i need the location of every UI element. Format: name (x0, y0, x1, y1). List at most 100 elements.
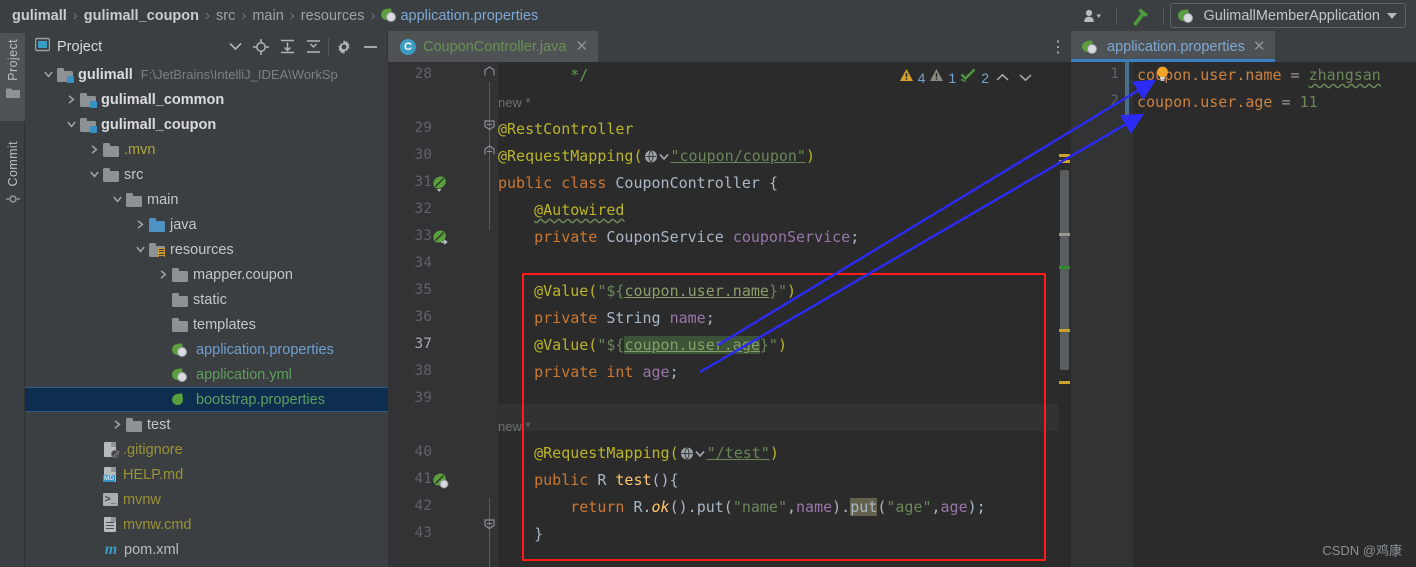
chevron-right-icon[interactable] (62, 87, 80, 112)
chevron-right-icon[interactable] (85, 137, 103, 162)
tree-node-src[interactable]: src (25, 162, 388, 187)
close-icon[interactable]: ✕ (1251, 37, 1268, 56)
code-line-30[interactable]: @RequestMapping("coupon/coupon") (498, 143, 815, 173)
code-line-31[interactable]: public class CouponController { (498, 170, 778, 197)
line-number-37[interactable]: 37 (415, 336, 432, 352)
line-number-32[interactable]: 32 (415, 201, 432, 217)
breadcrumb-item-0[interactable]: gulimall (12, 8, 67, 24)
tree-node-main[interactable]: main (25, 187, 388, 212)
tree-node-java[interactable]: java (25, 212, 388, 237)
chevron-down-icon[interactable] (108, 187, 126, 212)
spring-bean-icon[interactable] (432, 175, 449, 197)
stripe-marker-weak[interactable] (1059, 233, 1070, 236)
inspections-widget[interactable]: 4 1 2 (899, 68, 1035, 87)
breadcrumb-item-3[interactable]: main (252, 8, 283, 24)
fold-marker-method[interactable] (483, 517, 496, 530)
stripe-marker-warning-2[interactable] (1059, 160, 1070, 163)
breadcrumb-item-1[interactable]: gulimall_coupon (84, 8, 199, 24)
chevron-down-icon[interactable] (1387, 12, 1397, 19)
build-hammer-icon[interactable] (1123, 3, 1157, 29)
expand-all-icon[interactable] (274, 35, 300, 59)
chevron-down-icon[interactable] (85, 162, 103, 187)
user-profile-icon[interactable] (1076, 3, 1110, 29)
line-number-34[interactable]: 34 (415, 255, 432, 271)
line-number-35[interactable]: 35 (415, 282, 432, 298)
line-number-30[interactable]: 30 (415, 147, 432, 163)
code-folding-column[interactable] (480, 62, 498, 567)
tree-node-static[interactable]: static (25, 287, 388, 312)
sidebar-item-commit[interactable]: Commit (0, 135, 25, 219)
line-number-39[interactable]: 39 (415, 390, 432, 406)
tree-node-application-yml[interactable]: application.yml (25, 362, 388, 387)
scrollbar-thumb[interactable] (1060, 170, 1069, 370)
code-line-32[interactable]: @Autowired (498, 197, 624, 224)
run-configuration-selector[interactable]: GulimallMemberApplication (1169, 3, 1406, 28)
breadcrumb-item-2[interactable]: src (216, 8, 235, 24)
project-file-tree[interactable]: gulimall F:\JetBrains\IntelliJ_IDEA\WorkS… (25, 62, 388, 567)
tree-node--mvn[interactable]: .mvn (25, 137, 388, 162)
line-number-38[interactable]: 38 (415, 363, 432, 379)
breadcrumb-item-5[interactable]: application.properties (381, 8, 538, 24)
chevron-right-icon[interactable] (154, 262, 172, 287)
properties-line-number-1[interactable]: 1 (1110, 66, 1119, 82)
code-line-28[interactable]: */ (498, 62, 588, 89)
chevron-down-icon[interactable] (1016, 70, 1035, 85)
editor-scrollbar[interactable] (1058, 62, 1071, 567)
tree-node-templates[interactable]: templates (25, 312, 388, 337)
tree-node-bootstrap-properties[interactable]: bootstrap.properties (25, 387, 388, 412)
properties-line-2[interactable]: coupon.user.age = 11 (1137, 89, 1318, 116)
code-line-29[interactable]: @RestController (498, 116, 633, 143)
collapse-all-icon[interactable] (300, 35, 326, 59)
stripe-marker-warning[interactable] (1059, 154, 1070, 157)
chevron-down-icon[interactable] (131, 237, 149, 262)
line-number-33[interactable]: 33 (415, 228, 432, 244)
tree-node-gulimall[interactable]: gulimall F:\JetBrains\IntelliJ_IDEA\WorkS… (25, 62, 388, 87)
line-number-29[interactable]: 29 (415, 120, 432, 136)
close-icon[interactable]: ✕ (573, 37, 590, 56)
properties-line-number-2[interactable]: 2 (1110, 93, 1119, 109)
line-number-28[interactable]: 28 (415, 66, 432, 82)
stripe-marker-warning-3[interactable] (1059, 329, 1070, 332)
lightbulb-icon[interactable] (1154, 65, 1171, 82)
line-number-36[interactable]: 36 (415, 309, 432, 325)
editor-gutter-right[interactable]: 12 (1071, 62, 1133, 567)
tab-application-properties[interactable]: application.properties ✕ (1071, 31, 1276, 62)
locate-target-icon[interactable] (248, 35, 274, 59)
stripe-marker-ok[interactable] (1059, 266, 1070, 269)
minimize-icon[interactable] (357, 35, 383, 59)
tree-node-help-md[interactable]: MD HELP.md (25, 462, 388, 487)
more-options-icon[interactable]: ⋮ (1045, 31, 1071, 62)
stripe-marker-warning-4[interactable] (1059, 381, 1070, 384)
breadcrumb-item-4[interactable]: resources (301, 8, 365, 24)
chevron-up-icon[interactable] (993, 70, 1012, 85)
chevron-right-icon[interactable] (131, 212, 149, 237)
line-number-41[interactable]: 41 (415, 471, 432, 487)
tree-node-mvnw[interactable]: >_ mvnw (25, 487, 388, 512)
fold-marker-collapse-1[interactable] (483, 118, 496, 131)
line-number-31[interactable]: 31 (415, 174, 432, 190)
gear-icon[interactable] (331, 35, 357, 59)
fold-marker-end[interactable] (483, 66, 496, 79)
web-mapping-icon[interactable] (643, 146, 671, 173)
chevron-right-icon[interactable] (108, 412, 126, 437)
chevron-down-icon[interactable] (62, 112, 80, 137)
properties-editor-area[interactable]: 12 coupon.user.name = zhangsan coupon.use… (1071, 62, 1416, 567)
view-options-chevron-down-icon[interactable] (222, 35, 248, 59)
properties-line-1[interactable]: coupon.user.name = zhangsan (1137, 62, 1381, 89)
tab-coupon-controller[interactable]: C CouponController.java ✕ (388, 31, 599, 62)
line-number-43[interactable]: 43 (415, 525, 432, 541)
tree-node-mvnw-cmd[interactable]: mvnw.cmd (25, 512, 388, 537)
tree-node--gitignore[interactable]: .gitignore (25, 437, 388, 462)
spring-autowired-icon[interactable] (432, 229, 449, 251)
tree-node-mapper-coupon[interactable]: mapper.coupon (25, 262, 388, 287)
code-inlay-hint[interactable]: new * (498, 89, 531, 116)
tree-node-gulimall-common[interactable]: gulimall_common (25, 87, 388, 112)
tree-node-test[interactable]: test (25, 412, 388, 437)
line-number-40[interactable]: 40 (415, 444, 432, 460)
tree-node-application-properties[interactable]: application.properties (25, 337, 388, 362)
code-line-33[interactable]: private CouponService couponService; (498, 224, 859, 251)
tree-node-pom-xml[interactable]: m pom.xml (25, 537, 388, 562)
chevron-down-icon[interactable] (39, 62, 57, 87)
spring-request-mapping-icon[interactable] (432, 472, 449, 494)
sidebar-item-project[interactable]: Project (0, 33, 25, 121)
